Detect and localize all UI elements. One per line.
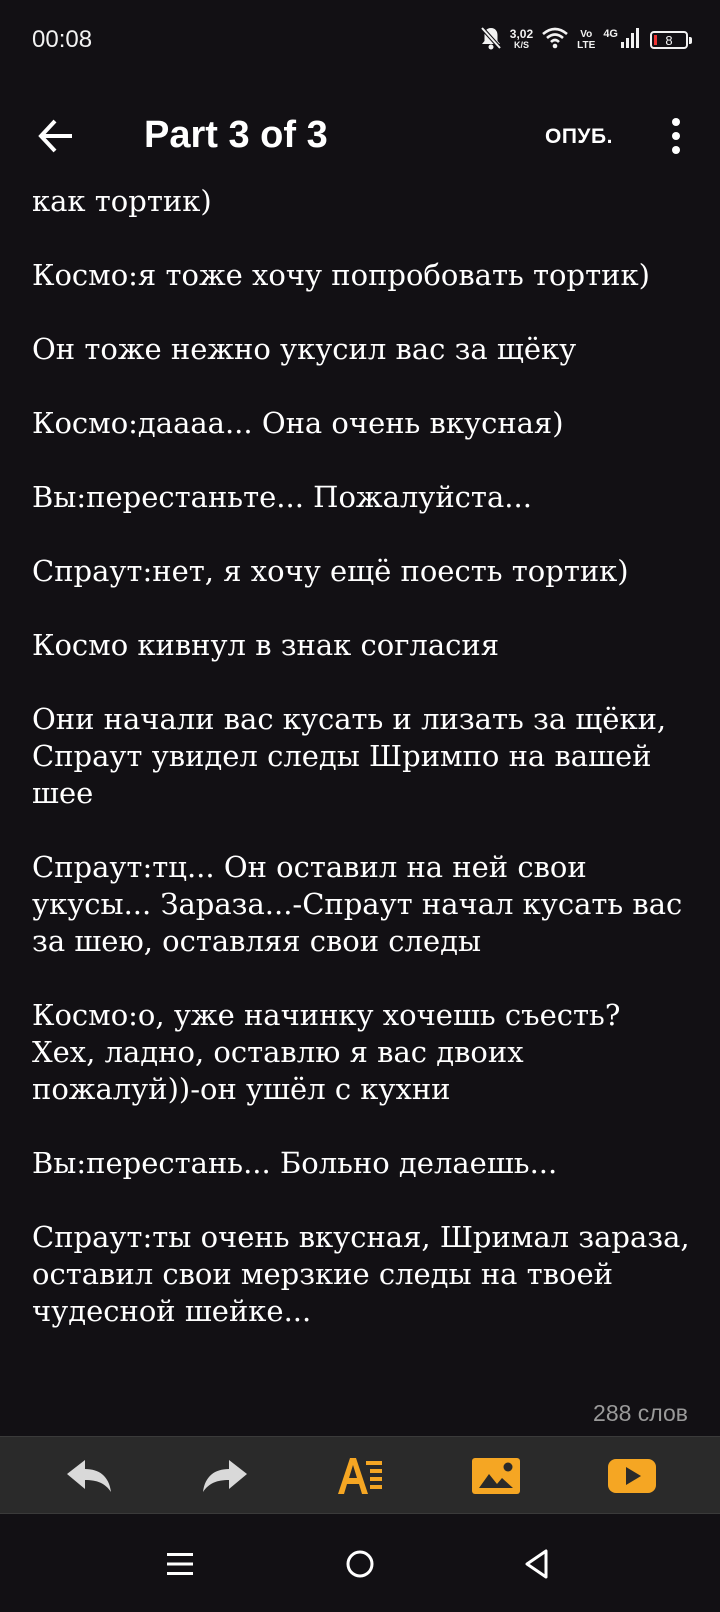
battery-fill — [654, 35, 657, 45]
word-count: 288 слов — [593, 1400, 688, 1426]
volte-top: Vo — [580, 29, 593, 40]
story-paragraph[interactable]: Вы:перестаньте... Пожалуйста... — [32, 479, 692, 516]
story-paragraph[interactable]: Спраут:тц... Он оставил на ней свои укус… — [32, 849, 692, 960]
back-triangle-icon — [525, 1549, 548, 1579]
story-paragraph[interactable]: Космо:о, уже начинку хочешь съесть? Хех,… — [32, 997, 692, 1108]
more-vert-icon — [672, 118, 680, 154]
wifi-icon — [541, 27, 569, 54]
network-speed: 3,02 K/S — [509, 27, 534, 51]
back-button[interactable] — [36, 116, 76, 156]
network-speed-unit: K/S — [513, 40, 529, 50]
story-paragraph[interactable]: Он тоже нежно укусил вас за щёку — [32, 331, 692, 368]
publish-button[interactable]: ОПУБ. — [545, 125, 613, 149]
story-paragraph[interactable]: Они начали вас кусать и лизать за щёки, … — [32, 701, 692, 812]
home-icon — [346, 1550, 374, 1578]
status-time: 00:08 — [32, 26, 93, 53]
signal-icon — [620, 27, 642, 54]
back-nav-button[interactable] — [518, 1544, 558, 1584]
status-bar: 00:08 3,02 K/S Vo LTE 4G 8 — [0, 0, 720, 82]
status-icons: 3,02 K/S Vo LTE 4G 8 — [480, 24, 692, 56]
battery-level: 8 — [665, 32, 673, 48]
story-paragraph[interactable]: Спраут:ты очень вкусная, Шримал зараза, … — [32, 1219, 692, 1330]
more-options-button[interactable] — [664, 116, 688, 156]
battery-icon: 8 — [650, 31, 692, 49]
insert-video-button[interactable] — [607, 1451, 657, 1501]
redo-button[interactable] — [200, 1451, 250, 1501]
story-text-editor[interactable]: как тортик) Космо:я тоже хочу попробоват… — [32, 183, 692, 1367]
mute-bell-icon — [480, 26, 502, 55]
image-icon — [472, 1458, 520, 1494]
page-title: Part 3 of 3 — [144, 114, 328, 156]
network-type: 4G — [603, 28, 618, 40]
battery-nub — [689, 37, 692, 44]
app-bar: Part 3 of 3 ОПУБ. — [0, 100, 720, 172]
volte-indicator: Vo LTE — [577, 29, 595, 51]
recent-apps-button[interactable] — [160, 1544, 200, 1584]
text-format-button[interactable] — [335, 1451, 385, 1501]
story-paragraph[interactable]: как тортик) — [32, 183, 692, 220]
editor-toolbar — [0, 1436, 720, 1514]
undo-icon — [67, 1460, 111, 1492]
volte-bottom: LTE — [577, 40, 596, 51]
video-icon — [608, 1459, 656, 1493]
insert-image-button[interactable] — [471, 1451, 521, 1501]
redo-icon — [203, 1460, 247, 1492]
story-paragraph[interactable]: Космо:даааа... Она очень вкусная) — [32, 405, 692, 442]
undo-button[interactable] — [64, 1451, 114, 1501]
story-paragraph[interactable]: Вы:перестань... Больно делаешь... — [32, 1145, 692, 1182]
arrow-left-icon — [38, 119, 72, 153]
text-format-icon — [338, 1458, 382, 1494]
story-paragraph[interactable]: Космо кивнул в знак согласия — [32, 627, 692, 664]
story-paragraph[interactable]: Космо:я тоже хочу попробовать тортик) — [32, 257, 692, 294]
story-paragraph[interactable]: Спраут:нет, я хочу ещё поесть тортик) — [32, 553, 692, 590]
network-speed-value: 3,02 — [509, 27, 534, 41]
home-button[interactable] — [340, 1544, 380, 1584]
recent-apps-icon — [167, 1553, 193, 1575]
system-nav-bar — [0, 1514, 720, 1612]
